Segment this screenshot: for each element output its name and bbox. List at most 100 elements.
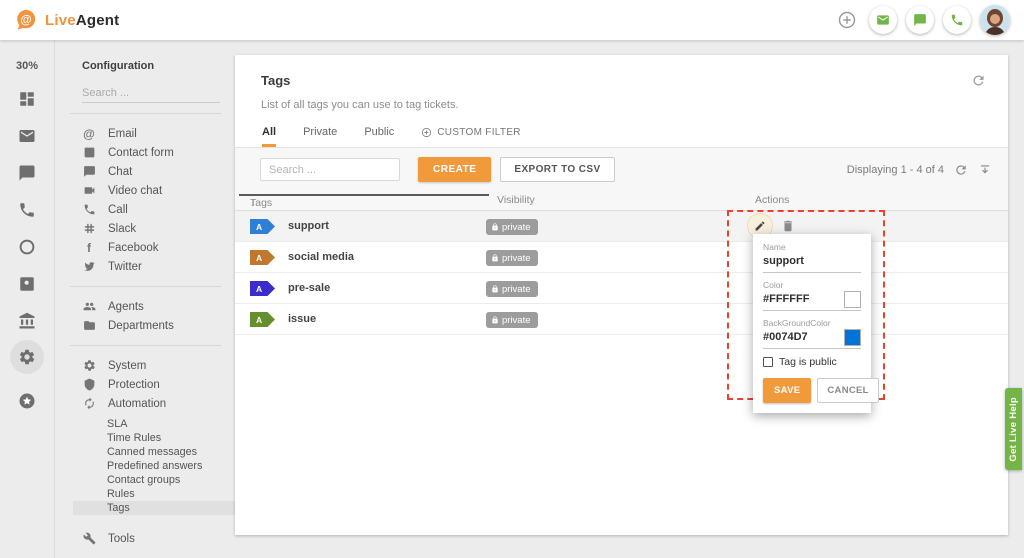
table-row-social-media[interactable]: A social media private [235, 242, 1008, 273]
lock-icon [491, 285, 499, 293]
rail-calls-button[interactable] [17, 200, 37, 220]
gear-icon [82, 359, 96, 373]
sidebar-item-predefined-answers[interactable]: Predefined answers [82, 459, 235, 473]
rail-chats-button[interactable] [17, 163, 37, 183]
sidebar-item-sla[interactable]: SLA [82, 417, 235, 431]
rail-contacts-button[interactable] [17, 274, 37, 294]
sidebar-item-protection[interactable]: Protection [82, 375, 235, 394]
sidebar-item-canned-messages[interactable]: Canned messages [82, 445, 235, 459]
rail-settings-button[interactable] [10, 340, 44, 374]
sidebar-item-call[interactable]: Call [82, 200, 235, 219]
sidebar-item-tags[interactable]: Tags [73, 501, 235, 515]
save-button[interactable]: SAVE [763, 378, 811, 403]
reload-list-button[interactable] [954, 163, 968, 177]
phone-icon [950, 13, 964, 27]
rail-company-button[interactable] [17, 311, 37, 331]
tab-public[interactable]: Public [364, 126, 394, 147]
cancel-button[interactable]: CANCEL [817, 378, 878, 403]
color-swatch[interactable] [844, 291, 861, 308]
color-field[interactable]: #FFFFFF [763, 290, 861, 311]
tag-is-public-option[interactable]: Tag is public [763, 356, 861, 368]
divider [70, 286, 221, 287]
icon-rail: 30% [0, 40, 55, 558]
delete-tag-button[interactable] [781, 219, 795, 233]
get-live-help-button[interactable]: Get Live Help [1005, 388, 1022, 470]
refresh-icon [971, 73, 986, 88]
new-chat-button[interactable] [906, 6, 934, 34]
sidebar-item-twitter[interactable]: Twitter [82, 257, 235, 276]
sidebar-item-time-rules[interactable]: Time Rules [82, 431, 235, 445]
sidebar-item-tools[interactable]: Tools [82, 529, 235, 548]
sidebar-item-contact-groups[interactable]: Contact groups [82, 473, 235, 487]
page-title: Tags [261, 73, 982, 88]
rail-addons-button[interactable] [17, 391, 37, 411]
list-toolbar: CREATE EXPORT TO CSV Displaying 1 - 4 of… [235, 148, 1008, 191]
background-color-swatch[interactable] [844, 329, 861, 346]
sidebar-item-departments[interactable]: Departments [82, 316, 235, 335]
tag-name: pre-sale [288, 282, 330, 294]
sidebar-item-label: Video chat [108, 185, 162, 197]
visibility-badge: private [486, 312, 538, 328]
visibility-badge: private [486, 281, 538, 297]
user-avatar[interactable] [980, 5, 1010, 35]
sidebar-item-facebook[interactable]: f Facebook [82, 238, 235, 257]
slack-icon [82, 222, 96, 236]
sidebar-item-chat[interactable]: Chat [82, 162, 235, 181]
sidebar-item-email[interactable]: @ Email [82, 124, 235, 143]
table-row-issue[interactable]: A issue private [235, 304, 1008, 335]
tab-custom-filter[interactable]: CUSTOM FILTER [421, 127, 521, 147]
refresh-icon [954, 163, 968, 177]
background-color-field[interactable]: #0074D7 [763, 328, 861, 349]
sidebar-item-contact-form[interactable]: Contact form [82, 143, 235, 162]
table-row-support[interactable]: A support private [235, 211, 1008, 242]
contact-card-icon [18, 275, 36, 293]
create-button[interactable]: CREATE [418, 157, 491, 182]
panel-header: Tags List of all tags you can use to tag… [235, 55, 1008, 111]
rail-tickets-button[interactable] [17, 126, 37, 146]
new-ticket-button[interactable] [869, 6, 897, 34]
tab-private[interactable]: Private [303, 126, 337, 147]
sidebar-title: Configuration [82, 60, 235, 72]
table-row-pre-sale[interactable]: A pre-sale private [235, 273, 1008, 304]
sidebar-item-label: Tools [108, 533, 135, 545]
tab-all[interactable]: All [262, 126, 276, 147]
autorenew-icon [82, 397, 96, 411]
name-value[interactable]: support [763, 252, 861, 272]
sidebar-item-rules[interactable]: Rules [82, 487, 235, 501]
top-actions [834, 5, 1010, 35]
checkbox[interactable] [763, 357, 773, 367]
sidebar-item-label: Departments [108, 320, 174, 332]
background-color-value[interactable]: #0074D7 [763, 328, 844, 348]
collapse-button[interactable] [978, 163, 992, 177]
top-header: @ LiveAgent [0, 0, 1024, 40]
sidebar-item-agents[interactable]: Agents [82, 297, 235, 316]
chat-bubble-icon [82, 165, 96, 179]
plus-circle-icon [837, 10, 857, 30]
sidebar-item-label: Facebook [108, 242, 159, 254]
add-button[interactable] [834, 7, 860, 33]
sidebar-item-slack[interactable]: Slack [82, 219, 235, 238]
name-field[interactable]: support [763, 252, 861, 273]
sidebar-item-video-chat[interactable]: Video chat [82, 181, 235, 200]
rail-dashboard-button[interactable] [17, 89, 37, 109]
visibility-badge: private [486, 219, 538, 235]
tags-panel: Tags List of all tags you can use to tag… [235, 55, 1008, 535]
new-call-button[interactable] [943, 6, 971, 34]
export-csv-button[interactable]: EXPORT TO CSV [500, 157, 614, 182]
search-input[interactable] [260, 158, 400, 181]
tab-bar: All Private Public CUSTOM FILTER [235, 126, 1008, 148]
rail-status-button[interactable] [17, 237, 37, 257]
lock-icon [491, 254, 499, 262]
column-actions: Actions [755, 194, 789, 206]
sidebar-search-input[interactable] [82, 84, 220, 103]
visibility-badge: private [486, 250, 538, 266]
brand-logo[interactable]: @ LiveAgent [14, 8, 119, 32]
displaying-count: Displaying 1 - 4 of 4 [847, 164, 944, 176]
sidebar-item-automation[interactable]: Automation [82, 394, 235, 413]
color-value[interactable]: #FFFFFF [763, 290, 844, 310]
refresh-button[interactable] [971, 73, 986, 88]
sidebar-item-label: Call [108, 204, 128, 216]
tab-label: CUSTOM FILTER [437, 127, 521, 138]
sidebar-item-label: Contact form [108, 147, 174, 159]
sidebar-item-system[interactable]: System [82, 356, 235, 375]
